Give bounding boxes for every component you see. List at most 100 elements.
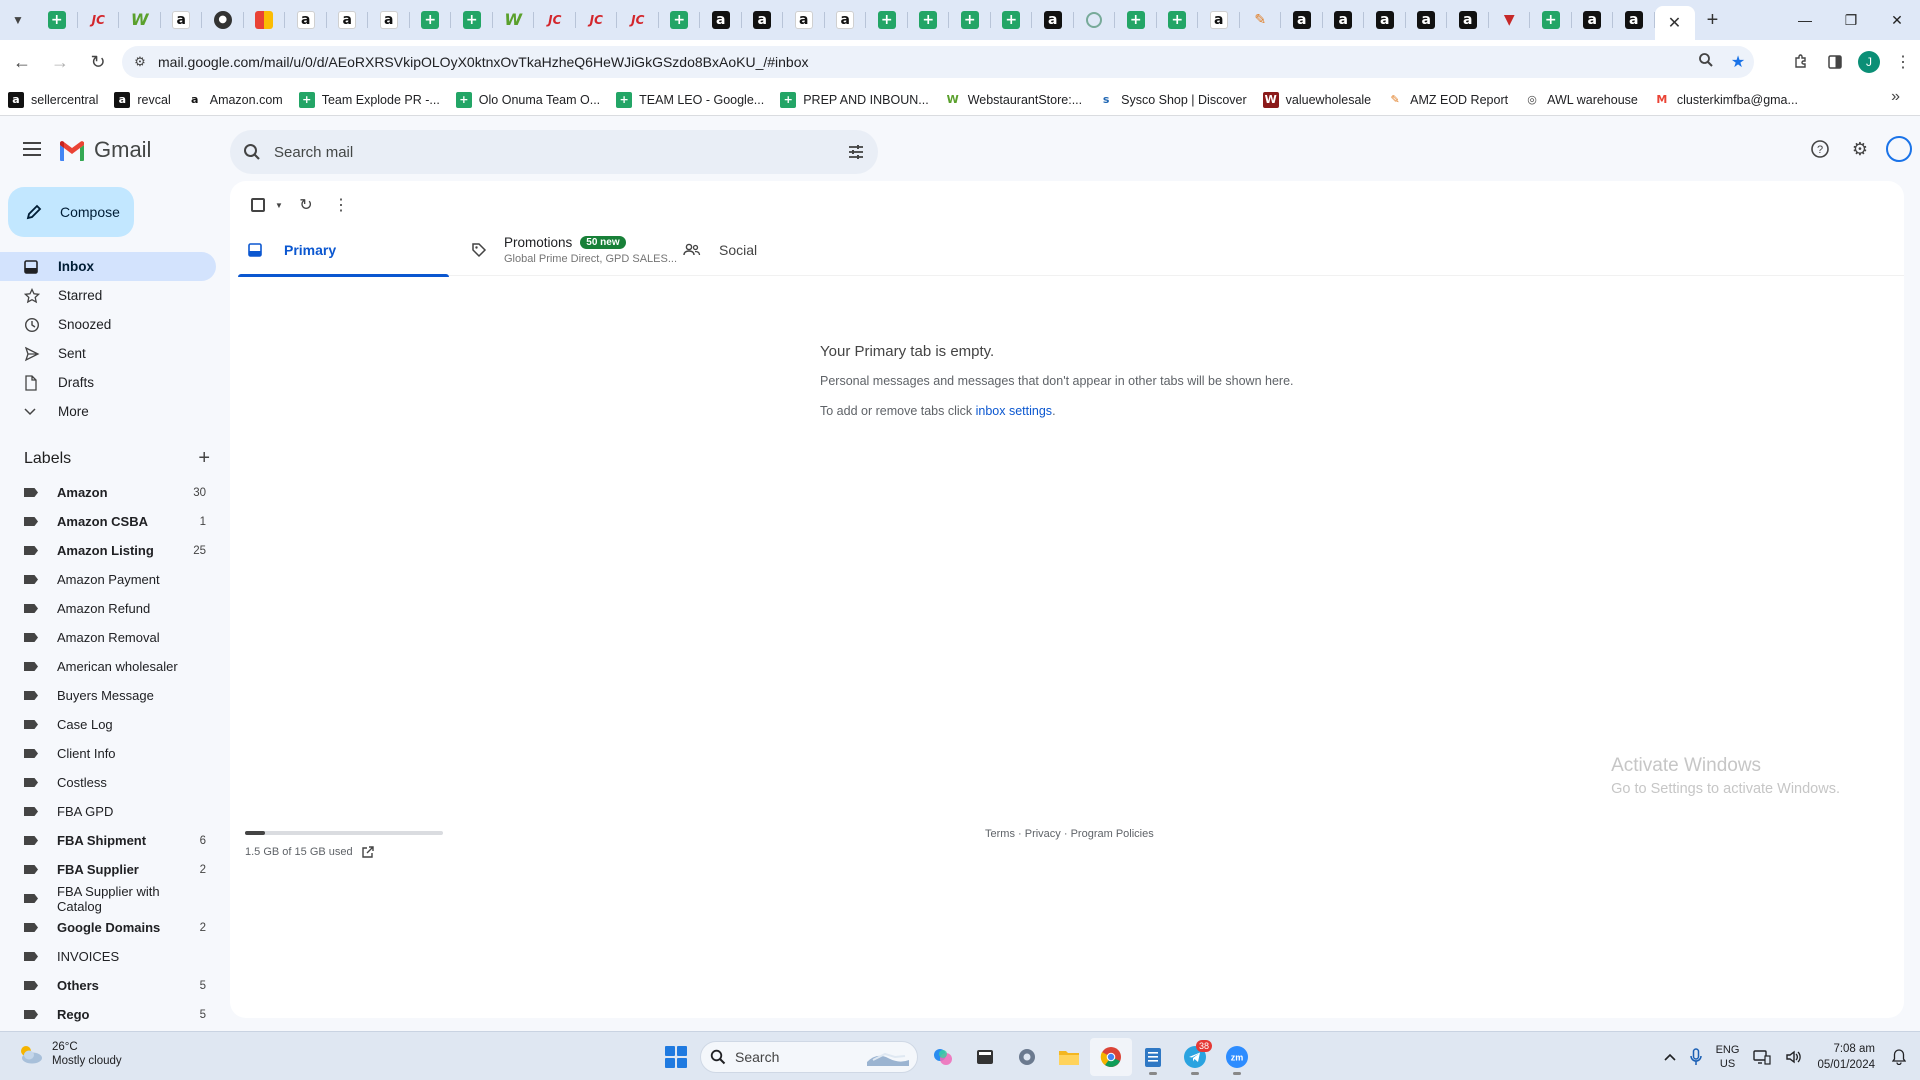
- clock[interactable]: 7:08 am 05/01/2024: [1810, 1032, 1885, 1080]
- browser-tab[interactable]: [244, 0, 286, 40]
- more-options-icon[interactable]: ⋮: [326, 187, 356, 223]
- search-options-icon[interactable]: [834, 143, 878, 161]
- label-item[interactable]: Amazon 30: [0, 478, 216, 507]
- browser-tab[interactable]: a: [1613, 0, 1655, 40]
- restore-icon[interactable]: ❐: [1828, 0, 1874, 40]
- label-item[interactable]: Rego 5: [0, 1000, 216, 1029]
- bookmark-item[interactable]: ◎ AWL warehouse: [1516, 86, 1646, 114]
- side-panel-icon[interactable]: [1818, 45, 1852, 79]
- browser-tab[interactable]: a: [161, 0, 203, 40]
- browser-tab[interactable]: a: [1447, 0, 1489, 40]
- label-item[interactable]: Amazon Listing 25: [0, 536, 216, 565]
- file-explorer-icon[interactable]: [1048, 1038, 1090, 1076]
- close-window-icon[interactable]: ✕: [1874, 0, 1920, 40]
- new-tab-button[interactable]: +: [1695, 0, 1731, 40]
- browser-tab[interactable]: a: [1406, 0, 1448, 40]
- browser-tab[interactable]: a: [368, 0, 410, 40]
- tab-promotions[interactable]: Promotions 50 new Global Prime Direct, G…: [449, 224, 677, 276]
- label-item[interactable]: FBA GPD: [0, 797, 216, 826]
- browser-tab[interactable]: +: [410, 0, 452, 40]
- bookmark-item[interactable]: ✎ AMZ EOD Report: [1379, 86, 1516, 114]
- omnibox[interactable]: ⚙ mail.google.com/mail/u/0/d/AEoRXRSVkip…: [122, 46, 1754, 78]
- copilot-icon[interactable]: [922, 1038, 964, 1076]
- label-item[interactable]: Buyers Message: [0, 681, 216, 710]
- bookmark-item[interactable]: Wvaluewholesale: [1255, 86, 1379, 114]
- browser-tab[interactable]: a: [327, 0, 369, 40]
- bookmark-item[interactable]: + Olo Onuma Team O...: [448, 86, 608, 114]
- bookmarks-overflow-icon[interactable]: »: [1891, 88, 1900, 106]
- nav-item-starred[interactable]: Starred: [0, 281, 216, 310]
- browser-tab[interactable]: ▼: [1489, 0, 1531, 40]
- browser-tab[interactable]: +: [1115, 0, 1157, 40]
- browser-tab[interactable]: W: [493, 0, 535, 40]
- help-icon[interactable]: ?: [1800, 129, 1840, 169]
- nav-item-snoozed[interactable]: Snoozed: [0, 310, 216, 339]
- browser-tab[interactable]: JC: [617, 0, 659, 40]
- language-indicator[interactable]: ENG US: [1709, 1032, 1747, 1080]
- browser-tab[interactable]: +: [991, 0, 1033, 40]
- browser-tab[interactable]: +: [36, 0, 78, 40]
- browser-tab[interactable]: ●: [202, 0, 244, 40]
- zoom-icon[interactable]: [1690, 52, 1722, 73]
- tab-social[interactable]: Social: [677, 224, 877, 276]
- speaker-icon[interactable]: [1778, 1032, 1810, 1080]
- tray-chevron-up-icon[interactable]: [1657, 1032, 1683, 1080]
- settings-gear-icon[interactable]: [1006, 1038, 1048, 1076]
- label-item[interactable]: Google Domains 2: [0, 913, 216, 942]
- minimize-icon[interactable]: —: [1782, 0, 1828, 40]
- extensions-puzzle-icon[interactable]: [1784, 45, 1818, 79]
- browser-tab[interactable]: [1074, 0, 1116, 40]
- compose-button[interactable]: Compose: [8, 187, 134, 237]
- browser-tab[interactable]: a: [783, 0, 825, 40]
- bookmark-item[interactable]: + PREP AND INBOUN...: [772, 86, 937, 114]
- browser-tab[interactable]: +: [949, 0, 991, 40]
- label-item[interactable]: Case Log: [0, 710, 216, 739]
- browser-tab[interactable]: a: [1281, 0, 1323, 40]
- browser-tab[interactable]: +: [1157, 0, 1199, 40]
- browser-tab[interactable]: +: [1530, 0, 1572, 40]
- select-dropdown-icon[interactable]: ▼: [272, 187, 286, 223]
- bookmark-item[interactable]: Mclusterkimfba@gma...: [1646, 86, 1806, 114]
- browser-tab[interactable]: JC: [576, 0, 618, 40]
- reload-icon[interactable]: ↻: [82, 46, 114, 78]
- browser-tab[interactable]: +: [908, 0, 950, 40]
- browser-tab[interactable]: a: [1032, 0, 1074, 40]
- external-link-icon[interactable]: [361, 845, 375, 859]
- profile-avatar[interactable]: J: [1852, 45, 1886, 79]
- browser-tab[interactable]: JC: [78, 0, 120, 40]
- label-item[interactable]: Others 5: [0, 971, 216, 1000]
- browser-tab[interactable]: a: [825, 0, 867, 40]
- site-info-icon[interactable]: ⚙: [122, 54, 158, 70]
- account-avatar[interactable]: [1886, 136, 1912, 162]
- taskbar-search[interactable]: Search: [700, 1041, 918, 1073]
- bookmark-star-icon[interactable]: ★: [1722, 52, 1754, 72]
- notification-bell-icon[interactable]: [1885, 1032, 1920, 1080]
- search-icon[interactable]: [230, 143, 274, 161]
- browser-tab[interactable]: a: [1364, 0, 1406, 40]
- bookmark-item[interactable]: a Amazon.com: [179, 86, 291, 114]
- browser-tab[interactable]: a: [700, 0, 742, 40]
- back-arrow-icon[interactable]: ←: [6, 46, 38, 78]
- label-item[interactable]: Amazon CSBA 1: [0, 507, 216, 536]
- browser-tab[interactable]: a: [742, 0, 784, 40]
- browser-tab[interactable]: JC: [534, 0, 576, 40]
- label-item[interactable]: FBA Supplier with Catalog: [0, 884, 216, 914]
- notepad-icon[interactable]: [1132, 1038, 1174, 1076]
- label-item[interactable]: Costless: [0, 768, 216, 797]
- bookmark-item[interactable]: s Sysco Shop | Discover: [1090, 86, 1255, 114]
- browser-tab[interactable]: +: [866, 0, 908, 40]
- bookmark-item[interactable]: a revcal: [106, 86, 178, 114]
- nav-item-drafts[interactable]: Drafts: [0, 368, 216, 397]
- label-item[interactable]: Amazon Payment: [0, 565, 216, 594]
- search-input[interactable]: [274, 143, 834, 161]
- microphone-icon[interactable]: [1683, 1032, 1709, 1080]
- bookmark-item[interactable]: W WebstaurantStore:...: [937, 86, 1090, 114]
- nav-item-more[interactable]: More: [0, 397, 216, 426]
- add-label-icon[interactable]: +: [198, 447, 210, 470]
- telegram-icon[interactable]: 38: [1174, 1038, 1216, 1076]
- label-item[interactable]: Amazon Removal: [0, 623, 216, 652]
- program-policies-link[interactable]: Program Policies: [1071, 828, 1154, 840]
- tab-search-chevron-icon[interactable]: ▼: [0, 0, 36, 40]
- active-tab-close-icon[interactable]: ✕: [1654, 6, 1695, 40]
- bookmark-item[interactable]: + TEAM LEO - Google...: [608, 86, 772, 114]
